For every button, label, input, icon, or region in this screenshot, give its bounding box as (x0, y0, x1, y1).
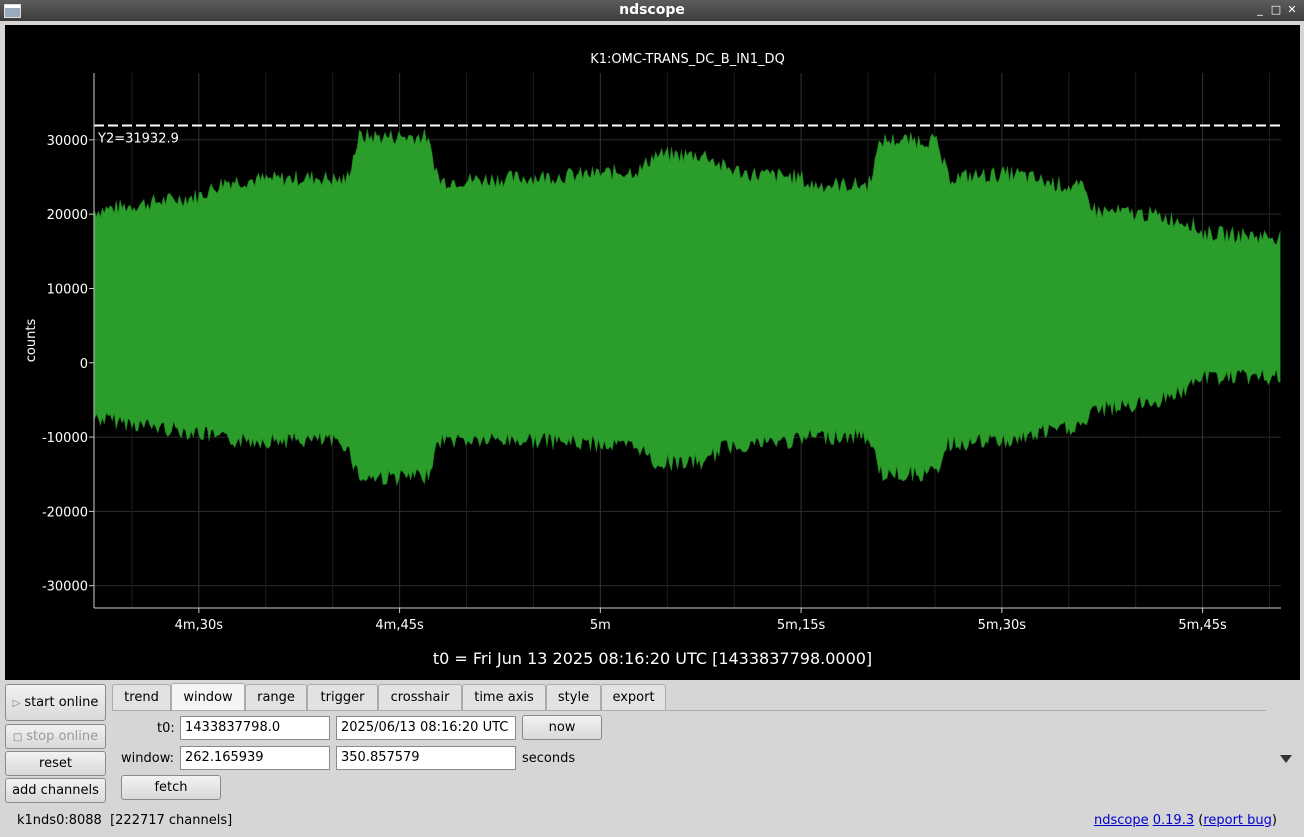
t0-utc-input[interactable]: 2025/06/13 08:16:20 UTC (336, 716, 516, 740)
tab-style[interactable]: style (546, 684, 601, 710)
plot-canvas[interactable]: K1:OMC-TRANS_DC_B_IN1_DQ Y2=31932.9 30000 2… (5, 25, 1300, 645)
expand-arrow-icon[interactable] (1280, 755, 1292, 763)
tab-trigger[interactable]: trigger (307, 684, 378, 710)
window-field-label: window: (121, 751, 174, 766)
tab-crosshair[interactable]: crosshair (378, 684, 462, 710)
tab-export[interactable]: export (601, 684, 666, 710)
x-tick-label: 5m,45s (1178, 618, 1227, 633)
y-tick-label: 30000 (47, 134, 88, 149)
stop-icon: □ (12, 732, 23, 743)
window-end-input[interactable]: 350.857579 (336, 746, 516, 770)
y-tick-label: -20000 (42, 505, 88, 520)
x-tick-label: 4m,30s (175, 618, 224, 633)
y-axis-label: counts (24, 319, 39, 363)
y-tick-label: 20000 (47, 208, 88, 223)
t0-label: t0 = Fri Jun 13 2025 08:16:20 UTC [14338… (432, 649, 873, 668)
chart-title: K1:OMC-TRANS_DC_B_IN1_DQ (590, 52, 785, 67)
now-button[interactable]: now (522, 715, 602, 740)
t0-field-label: t0: (157, 721, 175, 736)
plot-panel[interactable]: K1:OMC-TRANS_DC_B_IN1_DQ Y2=31932.9 30000 2… (5, 25, 1300, 680)
x-tick-label: 5m (590, 618, 611, 633)
stop-online-label: stop online (26, 729, 99, 744)
ndscope-link[interactable]: ndscope (1094, 813, 1149, 828)
version-info: ndscope 0.19.3 (report bug) (1094, 813, 1277, 828)
series-area-0 (94, 129, 1281, 487)
paren-open: ( (1194, 813, 1204, 828)
add-channels-button[interactable]: add channels (5, 778, 106, 803)
play-icon: ▷ (12, 698, 21, 709)
paren-close: ) (1271, 813, 1277, 828)
tab-window[interactable]: window (171, 683, 245, 711)
status-bar: k1nds0:8088 [222717 channels] (17, 813, 232, 828)
minimize-icon[interactable]: _ (1252, 2, 1268, 18)
tab-range[interactable]: range (245, 684, 307, 710)
report-bug-link[interactable]: report bug (1203, 813, 1272, 828)
reset-button[interactable]: reset (5, 751, 106, 776)
stop-online-button: □ stop online (5, 724, 106, 749)
title-bar: ndscope _ □ ✕ (0, 0, 1304, 21)
start-online-label: start online (24, 695, 99, 710)
window-title: ndscope (619, 2, 685, 18)
start-online-button[interactable]: ▷ start online (5, 684, 106, 721)
x-tick-label: 4m,45s (375, 618, 424, 633)
y-tick-label: -10000 (42, 431, 88, 446)
close-icon[interactable]: ✕ (1284, 2, 1300, 18)
x-tick-label: 5m,15s (777, 618, 826, 633)
tab-time-axis[interactable]: time axis (462, 684, 546, 710)
version-link[interactable]: 0.19.3 (1153, 813, 1194, 828)
maximize-icon[interactable]: □ (1268, 2, 1284, 18)
y-tick-label: 10000 (47, 282, 88, 297)
t0-gps-input[interactable]: 1433837798.0 (180, 716, 330, 740)
channel-count: [222717 channels] (110, 813, 233, 828)
tab-trend[interactable]: trend (112, 684, 171, 710)
y-tick-label: -30000 (42, 580, 88, 595)
server-label: k1nds0:8088 (17, 813, 102, 828)
threshold-label: Y2=31932.9 (97, 132, 179, 147)
tab-divider (112, 710, 1266, 711)
window-start-input[interactable]: 262.165939 (180, 746, 330, 770)
y-tick-label: 0 (80, 357, 88, 372)
seconds-label: seconds (522, 751, 576, 766)
fetch-button[interactable]: fetch (121, 775, 221, 800)
x-tick-label: 5m,30s (978, 618, 1027, 633)
